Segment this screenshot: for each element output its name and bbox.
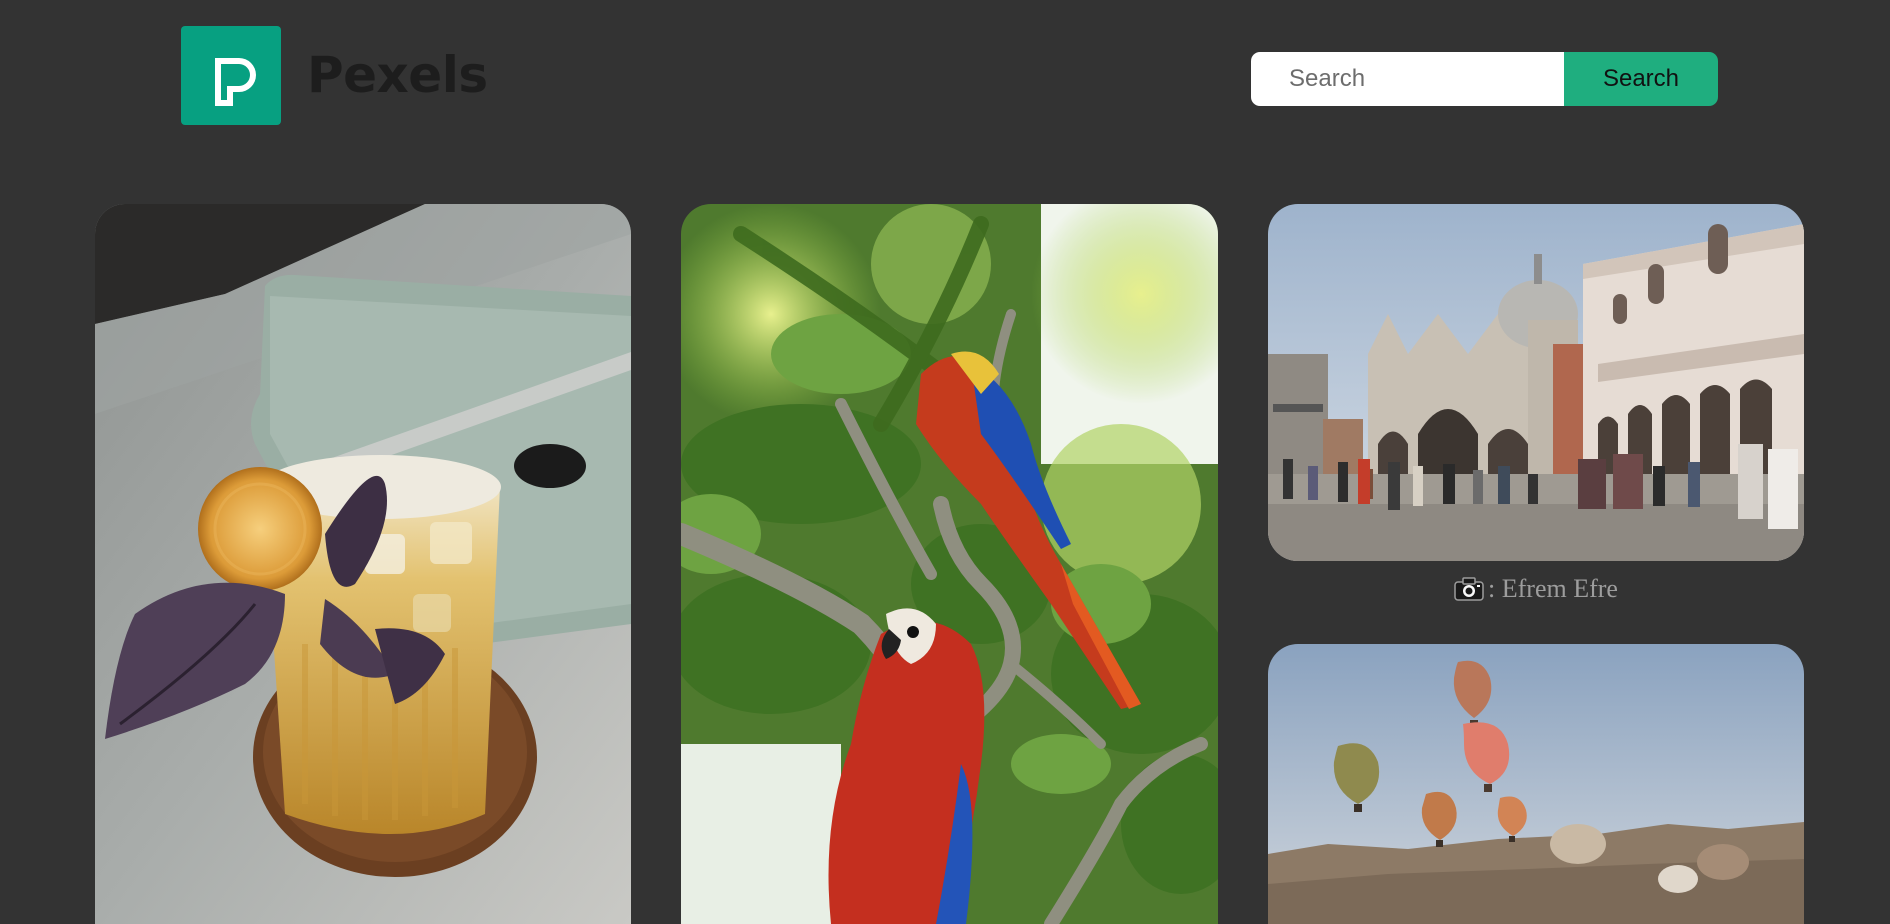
photo-credit-text: : Efrem Efre [1488,574,1618,603]
pexels-logo-icon[interactable] [181,26,281,125]
hot-air-balloons-photo[interactable] [1268,644,1804,924]
photo-credit: : Efrem Efre [1268,572,1804,606]
cocktail-photo[interactable] [95,204,631,924]
search-input[interactable] [1251,52,1564,106]
search-button[interactable]: Search [1564,52,1718,106]
parrots-photo[interactable] [681,204,1218,924]
venice-photo[interactable] [1268,204,1804,561]
brand-name[interactable]: Pexels [307,42,488,108]
camera-icon [1454,576,1484,610]
